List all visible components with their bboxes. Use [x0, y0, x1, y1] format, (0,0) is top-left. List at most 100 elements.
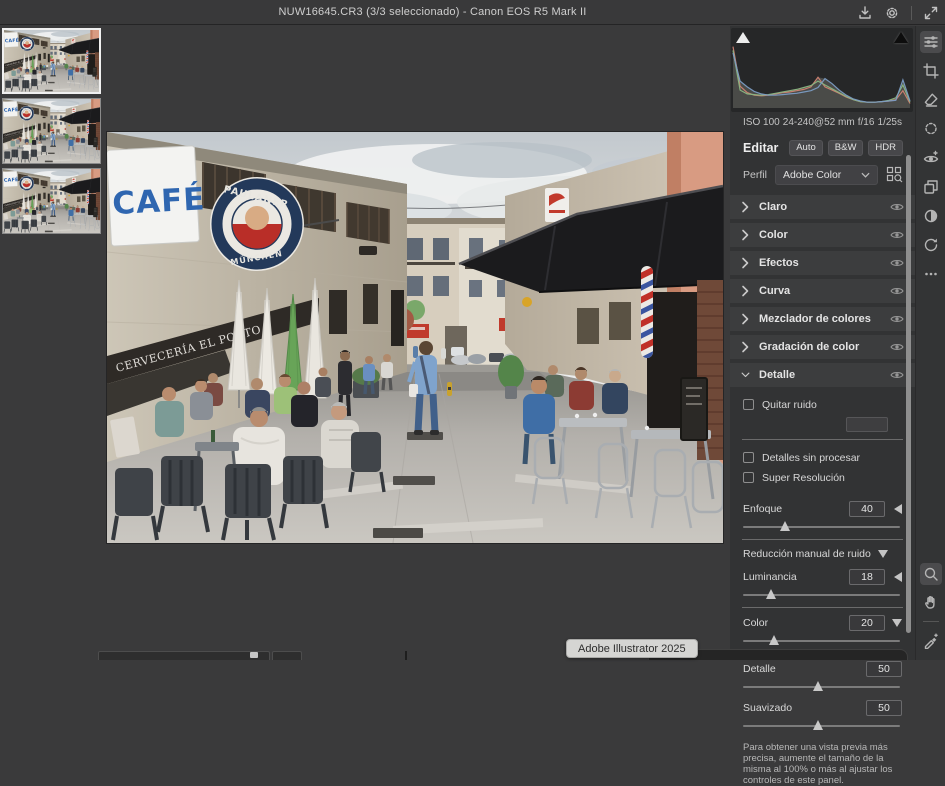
- detail-section-body: Quitar ruido Detalles sin procesar Super…: [730, 391, 915, 786]
- slider-value-field[interactable]: 50: [866, 661, 902, 677]
- zoom-icon[interactable]: [920, 563, 942, 585]
- remove-noise-row[interactable]: Quitar ruido: [743, 395, 902, 415]
- mode-button-bw[interactable]: B&W: [828, 140, 864, 156]
- section-efectos[interactable]: Efectos: [730, 251, 915, 275]
- super-resolution-row[interactable]: Super Resolución: [743, 468, 902, 488]
- triangle-left-icon[interactable]: [894, 572, 902, 582]
- filmstrip-thumbnail[interactable]: [2, 28, 101, 94]
- eye-icon[interactable]: [890, 202, 904, 212]
- shadow-clipping-indicator-icon[interactable]: [736, 32, 750, 43]
- more-options-icon[interactable]: [920, 263, 942, 285]
- slider-value-field[interactable]: 50: [866, 700, 902, 716]
- chevron-right-icon: [741, 257, 750, 269]
- histogram-plot: [731, 28, 912, 112]
- eye-icon[interactable]: [890, 258, 904, 268]
- presets-icon[interactable]: [920, 176, 942, 198]
- denoise-amount-field: [846, 417, 888, 432]
- section-detalle[interactable]: Detalle: [730, 363, 915, 387]
- chevron-right-icon: [741, 201, 750, 213]
- section-claro[interactable]: Claro: [730, 195, 915, 219]
- super-resolution-label: Super Resolución: [762, 472, 845, 484]
- slider-label: Luminancia: [743, 571, 797, 583]
- chevron-right-icon: [741, 341, 750, 353]
- slider-thumb[interactable]: [813, 720, 823, 730]
- edit-sliders-icon[interactable]: [920, 31, 942, 53]
- slider-label: Suavizado: [743, 702, 792, 714]
- slider-row-detalle: Detalle 50: [743, 660, 902, 678]
- eye-icon[interactable]: [890, 286, 904, 296]
- highlight-clipping-indicator-icon[interactable]: [894, 32, 908, 43]
- section-color[interactable]: Color: [730, 223, 915, 247]
- section-label: Detalle: [759, 369, 795, 381]
- section-label: Curva: [759, 285, 790, 297]
- histogram[interactable]: [731, 28, 913, 112]
- slider-thumb[interactable]: [769, 635, 779, 645]
- titlebar-divider: [911, 6, 912, 20]
- chevron-down-icon: [861, 172, 870, 178]
- profile-row: Perfil Adobe Color: [730, 162, 915, 195]
- contrast-icon[interactable]: [920, 205, 942, 227]
- raw-details-label: Detalles sin procesar: [762, 452, 860, 464]
- divider: [742, 607, 903, 608]
- slider-row-color: Color20: [743, 614, 902, 632]
- panel-scrollbar[interactable]: [906, 155, 911, 633]
- titlebar-actions: [857, 0, 939, 25]
- slider-value-field[interactable]: 20: [849, 615, 885, 631]
- remove-noise-checkbox[interactable]: [743, 399, 754, 410]
- eye-icon[interactable]: [890, 230, 904, 240]
- triangle-down-icon[interactable]: [892, 619, 902, 627]
- download-icon[interactable]: [857, 5, 873, 21]
- slider-track-detalle[interactable]: [743, 680, 900, 693]
- section-label: Color: [759, 229, 788, 241]
- filmstrip-thumbnail[interactable]: [2, 168, 101, 234]
- filmstrip: [0, 26, 103, 660]
- slider-track-luminancia[interactable]: [743, 588, 900, 601]
- slider-value-field[interactable]: 40: [849, 501, 885, 517]
- window-title: NUW16645.CR3 (3/3 seleccionado) - Canon …: [0, 0, 865, 25]
- slider-track-enfoque[interactable]: [743, 520, 900, 533]
- mode-button-auto[interactable]: Auto: [789, 140, 823, 156]
- section-curva[interactable]: Curva: [730, 279, 915, 303]
- section-label: Efectos: [759, 257, 799, 269]
- titlebar: NUW16645.CR3 (3/3 seleccionado) - Canon …: [0, 0, 945, 25]
- settings-gear-icon[interactable]: [884, 5, 900, 21]
- profile-select[interactable]: Adobe Color: [775, 165, 878, 185]
- slider-row-enfoque: Enfoque40: [743, 500, 902, 518]
- slider-value-field[interactable]: 18: [849, 569, 885, 585]
- sync-icon[interactable]: [920, 234, 942, 256]
- remove-tool-icon[interactable]: [920, 630, 942, 652]
- divider: [742, 439, 903, 440]
- slider-thumb[interactable]: [780, 521, 790, 531]
- exif-value: 24-240@52 mm: [783, 117, 855, 128]
- raw-details-row[interactable]: Detalles sin procesar: [743, 448, 902, 468]
- slider-label: Detalle: [743, 663, 776, 675]
- section-gradaci-n-de-color[interactable]: Gradación de color: [730, 335, 915, 359]
- slider-thumb[interactable]: [766, 589, 776, 599]
- eye-icon[interactable]: [890, 314, 904, 324]
- fullscreen-icon[interactable]: [923, 5, 939, 21]
- manual-noise-reduction-header[interactable]: Reducción manual de ruido: [742, 539, 903, 568]
- browse-profiles-icon[interactable]: [886, 166, 903, 183]
- photo-preview[interactable]: [107, 132, 723, 543]
- chevron-right-icon: [741, 285, 750, 297]
- filmstrip-thumbnail[interactable]: [2, 98, 101, 164]
- crop-icon[interactable]: [920, 60, 942, 82]
- eye-icon[interactable]: [890, 342, 904, 352]
- panel-title: Editar: [743, 141, 778, 155]
- tool-divider: [923, 621, 939, 622]
- mode-buttons: Auto B&WHDR: [789, 140, 903, 156]
- super-resolution-checkbox[interactable]: [743, 472, 754, 483]
- heal-icon[interactable]: [920, 89, 942, 111]
- mask-icon[interactable]: [920, 118, 942, 140]
- raw-details-checkbox[interactable]: [743, 452, 754, 463]
- slider-track-color[interactable]: [743, 634, 900, 647]
- eye-icon[interactable]: [890, 370, 904, 380]
- slider-track-suavizado[interactable]: [743, 719, 900, 732]
- hand-icon[interactable]: [920, 591, 942, 613]
- slider-thumb[interactable]: [813, 681, 823, 691]
- mode-button-hdr[interactable]: HDR: [868, 140, 903, 156]
- dock-separator: [405, 651, 407, 660]
- red-eye-icon[interactable]: [920, 147, 942, 169]
- section-mezclador-de-colores[interactable]: Mezclador de colores: [730, 307, 915, 331]
- triangle-left-icon[interactable]: [894, 504, 902, 514]
